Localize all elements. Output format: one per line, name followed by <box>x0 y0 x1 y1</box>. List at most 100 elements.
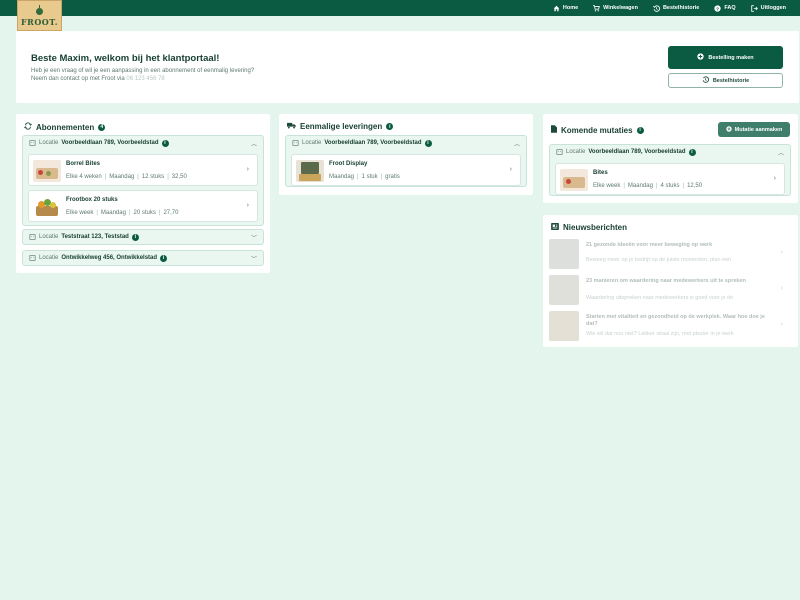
info-icon[interactable]: i <box>160 254 168 262</box>
item-day: Maandag <box>109 174 135 180</box>
create-order-button[interactable]: Bestelling maken <box>668 46 783 69</box>
location-name: Voorbeeldlaan 789, Voorbeeldstad <box>588 149 686 155</box>
item-day: Maandag <box>329 174 355 180</box>
nav-cart[interactable]: Winkelwagen <box>593 4 638 12</box>
info-icon[interactable]: i <box>636 126 644 134</box>
oneoff-deliveries-panel: Eenmalige leveringen i Locatie Voorbeeld… <box>279 114 533 195</box>
location-header[interactable]: Locatie Voorbeeldlaan 789, Voorbeeldstad… <box>550 145 790 159</box>
item-name: Frootbox 20 stuks <box>66 197 118 203</box>
svg-text:?: ? <box>716 6 719 12</box>
nav-logout-label: Uitloggen <box>760 5 786 11</box>
mutation-location-group: Locatie Voorbeeldlaan 789, Voorbeeldstad… <box>549 144 791 196</box>
chevron-down-icon[interactable]: ﹀ <box>251 233 257 242</box>
item-meta: Maandag | 1 stuk | gratis <box>329 174 400 180</box>
location-prefix: Locatie <box>39 255 59 261</box>
create-mutation-label: Mutatie aanmaken <box>734 126 783 133</box>
chevron-right-icon: › <box>509 166 512 173</box>
document-icon <box>551 125 557 135</box>
chevron-right-icon: › <box>246 202 249 209</box>
item-frequency: Elke 4 weken <box>66 174 102 180</box>
location-group-voorbeeldlaan: Locatie Voorbeeldlaan 789, Voorbeeldstad… <box>22 135 264 226</box>
chevron-up-icon[interactable]: ︿ <box>251 139 257 148</box>
welcome-card: Beste Maxim, welkom bij het klantportaal… <box>16 31 799 103</box>
froot-display-thumbnail <box>296 160 324 182</box>
news-panel: Nieuwsberichten 21 gezonde ideeën voor m… <box>543 215 798 347</box>
info-icon[interactable]: i <box>161 139 169 147</box>
nav-history-label: Bestelhistorie <box>662 5 700 11</box>
nav-home[interactable]: Home <box>553 5 578 12</box>
news-item[interactable]: Starten met vitaliteit en gezondheid op … <box>549 311 785 341</box>
news-title-text: Nieuwsberichten <box>563 223 628 232</box>
oneoff-item[interactable]: Froot Display Maandag | 1 stuk | gratis › <box>291 154 521 186</box>
borrel-bites-thumbnail <box>33 160 61 182</box>
subscription-item[interactable]: Borrel Bites Elke 4 weken | Maandag | 12 stu… <box>28 154 258 186</box>
location-group-teststraat[interactable]: Locatie Teststraat 123, Teststad i ﹀ <box>22 229 264 245</box>
welcome-line-2: Neem dan contact op met Froot via <box>31 76 125 82</box>
chevron-right-icon: › <box>780 249 783 256</box>
oneoff-title-text: Eenmalige leveringen <box>300 122 383 131</box>
item-name: Borrel Bites <box>66 161 101 167</box>
history-icon <box>702 76 709 85</box>
info-icon[interactable]: i <box>386 123 394 130</box>
item-price: 27,70 <box>163 210 179 216</box>
building-icon <box>29 140 36 146</box>
item-frequency: Elke week <box>66 210 94 216</box>
chevron-up-icon[interactable]: ︿ <box>514 139 520 148</box>
item-day: Maandag <box>627 183 653 189</box>
news-item-title: 21 gezonde ideeën voor meer beweging op … <box>586 242 713 248</box>
nav-cart-label: Winkelwagen <box>603 5 638 11</box>
create-mutation-button[interactable]: Mutatie aanmaken <box>718 122 790 137</box>
contact-phone[interactable]: 06 123 456 78 <box>126 76 164 82</box>
history-icon <box>653 4 660 12</box>
mutation-item[interactable]: Bites Elke week | Maandag | 4 stuks | 12,50 › <box>555 163 785 195</box>
oneoff-title: Eenmalige leveringen i <box>287 122 394 131</box>
location-header[interactable]: Locatie Voorbeeldlaan 789, Voorbeeldstad… <box>23 136 263 150</box>
welcome-line-1: Heb je een vraag of wil je een aanpassin… <box>31 68 255 74</box>
news-title: Nieuwsberichten <box>551 223 627 232</box>
news-item-excerpt: Wie wil dat nou niet? Lekker vitaal zijn… <box>586 331 734 337</box>
order-history-button[interactable]: Bestelhistorie <box>668 73 783 88</box>
info-icon[interactable]: i <box>131 233 139 241</box>
main-nav: Home Winkelwagen Bestelhistorie ? FAQ Ui… <box>553 0 786 16</box>
subscriptions-count-badge: 4 <box>98 123 106 131</box>
nav-logout[interactable]: Uitloggen <box>750 4 786 12</box>
order-history-label: Bestelhistorie <box>712 77 750 84</box>
nav-history[interactable]: Bestelhistorie <box>653 4 700 12</box>
item-meta: Elke week | Maandag | 20 stuks | 27,70 <box>66 210 179 216</box>
building-icon <box>556 149 563 155</box>
item-quantity: 12 stuks <box>141 174 165 180</box>
news-item-title: Starten met vitaliteit en gezondheid op … <box>586 314 765 327</box>
chevron-right-icon: › <box>773 175 776 182</box>
item-quantity: 20 stuks <box>133 210 156 216</box>
nav-faq[interactable]: ? FAQ <box>714 4 736 12</box>
subscriptions-panel: Abonnementen 4 Locatie Voorbeeldlaan 789… <box>16 114 270 273</box>
location-group-ontwikkelweg[interactable]: Locatie Ontwikkelweg 456, Ontwikkelstad … <box>22 250 264 266</box>
chevron-up-icon[interactable]: ︿ <box>778 148 784 157</box>
news-item[interactable]: 21 gezonde ideeën voor meer beweging op … <box>549 239 785 269</box>
subscription-item[interactable]: Frootbox 20 stuks Elke week | Maandag | 20 s… <box>28 190 258 222</box>
news-thumbnail <box>549 239 579 269</box>
info-icon[interactable]: i <box>688 148 696 156</box>
news-item-title: 23 manieren om waardering naar medewerke… <box>586 278 746 284</box>
item-name: Froot Display <box>329 161 368 167</box>
nav-home-label: Home <box>562 5 579 11</box>
building-icon <box>29 234 36 240</box>
apple-icon <box>36 5 43 15</box>
item-day: Maandag <box>100 210 126 216</box>
nav-faq-label: FAQ <box>724 5 736 11</box>
location-name: Voorbeeldlaan 789, Voorbeeldstad <box>61 140 159 146</box>
top-navigation-bar: Home Winkelwagen Bestelhistorie ? FAQ Ui… <box>0 0 800 16</box>
news-item[interactable]: 23 manieren om waardering naar medewerke… <box>549 275 785 305</box>
news-thumbnail <box>549 275 579 305</box>
froot-logo[interactable]: FROOT. <box>17 0 62 31</box>
mutations-panel: Komende mutaties i Mutatie aanmaken Loca… <box>543 114 798 203</box>
mutations-title: Komende mutaties i <box>551 125 644 135</box>
info-icon[interactable]: i <box>424 139 432 147</box>
chevron-down-icon[interactable]: ﹀ <box>251 254 257 263</box>
location-header[interactable]: Locatie Teststraat 123, Teststad i ﹀ <box>23 230 263 244</box>
location-header[interactable]: Locatie Voorbeeldlaan 789, Voorbeeldstad… <box>286 136 526 150</box>
logo-text: FROOT. <box>21 17 58 27</box>
chevron-right-icon: › <box>780 285 783 292</box>
location-header[interactable]: Locatie Ontwikkelweg 456, Ontwikkelstad … <box>23 251 263 265</box>
create-order-label: Bestelling maken <box>708 54 754 61</box>
